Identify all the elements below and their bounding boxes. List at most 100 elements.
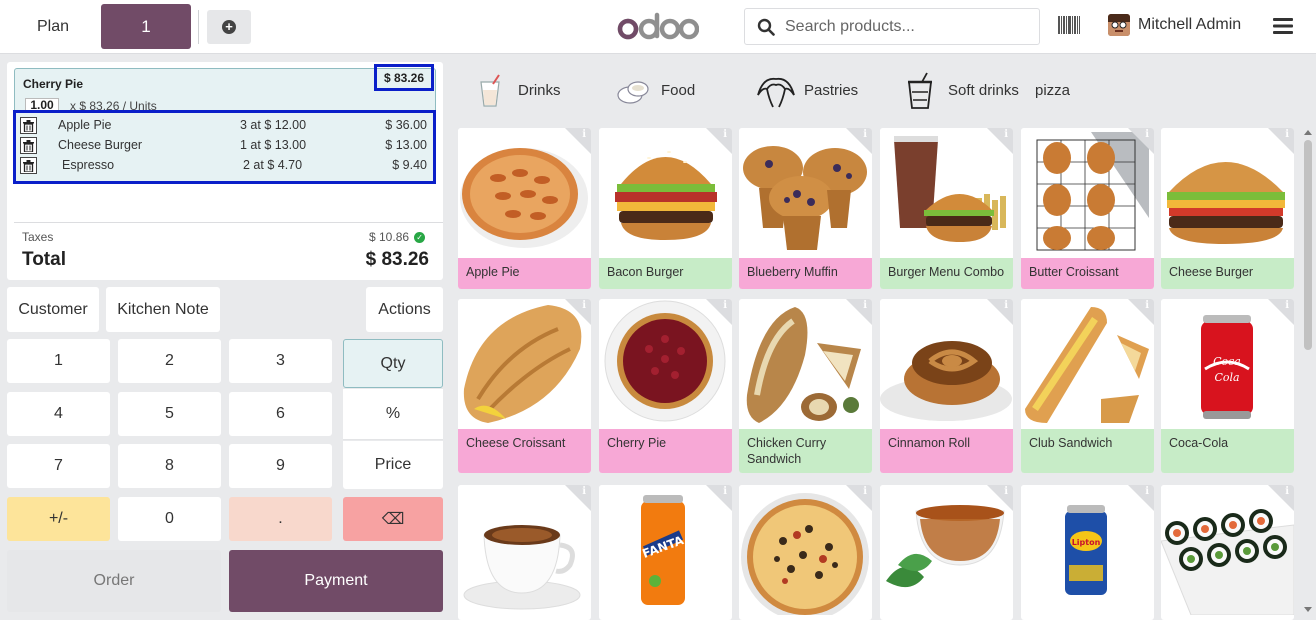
product-card[interactable]: i Apple Pie: [458, 128, 591, 289]
category-pizza[interactable]: pizza: [1031, 63, 1165, 118]
info-icon[interactable]: i: [582, 300, 586, 311]
mode-price-button[interactable]: Price: [343, 441, 443, 489]
product-name: Cinnamon Roll: [880, 429, 1013, 473]
numpad-key-3[interactable]: 3: [229, 339, 332, 383]
numpad-key-0[interactable]: 0: [118, 497, 221, 541]
trash-icon[interactable]: [20, 137, 37, 154]
kitchen-note-button[interactable]: Kitchen Note: [106, 287, 220, 332]
total-label: Total: [22, 249, 66, 270]
info-icon[interactable]: i: [723, 300, 727, 311]
product-card[interactable]: i Cheese Burger: [1161, 128, 1294, 289]
numpad-key-9[interactable]: 9: [229, 444, 332, 488]
actions-button[interactable]: Actions: [366, 287, 443, 332]
category-label: Pastries: [804, 82, 859, 99]
info-badge[interactable]: [846, 128, 872, 154]
plan-button[interactable]: Plan: [18, 5, 88, 48]
mode-discount-button[interactable]: %: [343, 389, 443, 440]
mode-qty-button[interactable]: Qty: [343, 339, 443, 388]
info-icon[interactable]: i: [1004, 300, 1008, 311]
info-badge[interactable]: [1128, 299, 1154, 325]
info-icon[interactable]: i: [1004, 129, 1008, 140]
scroll-thumb[interactable]: [1304, 140, 1312, 350]
info-icon[interactable]: i: [1145, 129, 1149, 140]
payment-button[interactable]: Payment: [229, 550, 443, 612]
hamburger-menu-icon[interactable]: [1273, 17, 1293, 35]
numpad-key-4[interactable]: 4: [7, 392, 110, 436]
numpad-key-6[interactable]: 6: [229, 392, 332, 436]
product-card[interactable]: i: [739, 485, 872, 620]
backspace-button[interactable]: ⌫: [343, 497, 443, 541]
info-icon[interactable]: i: [1004, 486, 1008, 497]
category-food[interactable]: Food: [601, 63, 735, 118]
barcode-icon[interactable]: [1058, 16, 1080, 34]
product-card[interactable]: FANTA i: [599, 485, 732, 620]
numpad-key-2[interactable]: 2: [118, 339, 221, 383]
taxes-amount: $ 10.86: [369, 230, 410, 244]
trash-icon[interactable]: [20, 157, 37, 174]
info-icon[interactable]: i: [582, 129, 586, 140]
info-badge[interactable]: [706, 299, 732, 325]
product-card[interactable]: i Burger Menu Combo: [880, 128, 1013, 289]
info-badge[interactable]: [1268, 128, 1294, 154]
order-tab-1[interactable]: 1: [101, 4, 191, 49]
category-drinks[interactable]: Drinks: [458, 63, 592, 118]
product-card[interactable]: i Chicken Curry Sandwich: [739, 299, 872, 473]
scroll-down-icon[interactable]: [1303, 606, 1313, 614]
product-card[interactable]: i: [458, 485, 591, 620]
numpad-key-8[interactable]: 8: [118, 444, 221, 488]
info-badge[interactable]: [1128, 485, 1154, 511]
product-card[interactable]: i Club Sandwich: [1021, 299, 1154, 473]
info-badge[interactable]: [1268, 485, 1294, 511]
trash-icon[interactable]: [20, 117, 37, 134]
product-card[interactable]: Lipton i: [1021, 485, 1154, 620]
user-menu[interactable]: Mitchell Admin: [1108, 14, 1241, 36]
info-badge[interactable]: [706, 128, 732, 154]
product-card[interactable]: i Cinnamon Roll: [880, 299, 1013, 473]
info-icon[interactable]: i: [723, 129, 727, 140]
info-badge[interactable]: [565, 485, 591, 511]
info-icon[interactable]: i: [1285, 300, 1289, 311]
numpad-key-1[interactable]: 1: [7, 339, 110, 383]
product-card[interactable]: i Cherry Pie: [599, 299, 732, 473]
info-icon[interactable]: i: [1145, 300, 1149, 311]
info-icon[interactable]: i: [863, 486, 867, 497]
info-badge[interactable]: [846, 299, 872, 325]
category-pastries[interactable]: Pastries: [744, 63, 878, 118]
info-icon[interactable]: i: [1285, 486, 1289, 497]
customer-button[interactable]: Customer: [7, 287, 99, 332]
info-icon[interactable]: i: [723, 486, 727, 497]
info-icon[interactable]: i: [863, 129, 867, 140]
product-search[interactable]: [744, 8, 1040, 45]
info-icon[interactable]: i: [582, 486, 586, 497]
info-badge[interactable]: [1268, 299, 1294, 325]
category-soft-drinks[interactable]: Soft drinks: [888, 63, 1022, 118]
numpad-key-7[interactable]: 7: [7, 444, 110, 488]
product-card[interactable]: i Blueberry Muffin: [739, 128, 872, 289]
scroll-up-icon[interactable]: [1303, 128, 1313, 136]
backspace-icon: ⌫: [381, 511, 405, 528]
product-card[interactable]: i Butter Croissant: [1021, 128, 1154, 289]
product-card[interactable]: i: [1161, 485, 1294, 620]
info-badge[interactable]: [987, 485, 1013, 511]
product-card[interactable]: i Cheese Croissant: [458, 299, 591, 473]
numpad-key-decimal[interactable]: .: [229, 497, 332, 541]
info-icon[interactable]: i: [1285, 129, 1289, 140]
product-card[interactable]: Coca Cola i Coca-Cola: [1161, 299, 1294, 473]
info-icon[interactable]: i: [1145, 486, 1149, 497]
add-order-button[interactable]: +: [207, 10, 251, 44]
info-badge[interactable]: [565, 299, 591, 325]
numpad-key-plus-minus[interactable]: +/-: [7, 497, 110, 541]
info-badge[interactable]: [565, 128, 591, 154]
product-card[interactable]: i Bacon Burger: [599, 128, 732, 289]
product-card[interactable]: i: [880, 485, 1013, 620]
info-badge[interactable]: [987, 299, 1013, 325]
info-badge[interactable]: [846, 485, 872, 511]
info-badge[interactable]: [987, 128, 1013, 154]
info-badge[interactable]: [1128, 128, 1154, 154]
info-icon[interactable]: i: [863, 300, 867, 311]
numpad-key-5[interactable]: 5: [118, 392, 221, 436]
info-badge[interactable]: [706, 485, 732, 511]
order-button[interactable]: Order: [7, 550, 221, 612]
search-input[interactable]: [785, 9, 1035, 44]
product-list-scrollbar[interactable]: [1302, 128, 1312, 618]
